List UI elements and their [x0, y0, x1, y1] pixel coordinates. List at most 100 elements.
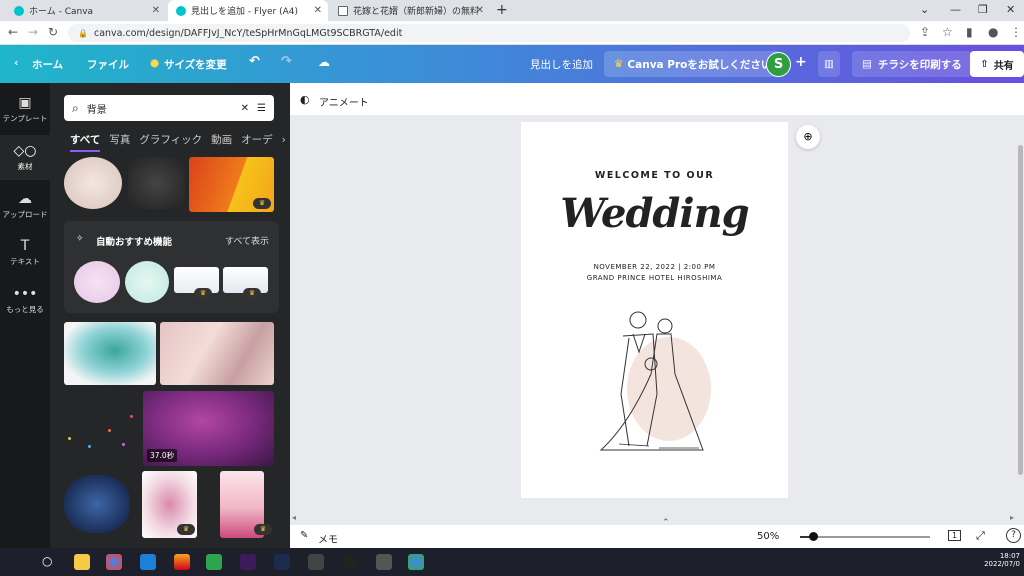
media-icon[interactable]: [376, 554, 392, 570]
browser-tab-editor[interactable]: 見出しを追加 - Flyer (A4) ✕: [168, 0, 328, 21]
browser-tab-home[interactable]: ホーム - Canva ✕: [6, 0, 166, 21]
rail-item-elements[interactable]: ◇○ 素材: [0, 135, 50, 180]
share-button[interactable]: ⇧ 共有: [970, 51, 1024, 77]
flyer-headline[interactable]: Wedding: [521, 190, 788, 237]
menu-icon[interactable]: ⋮: [1010, 25, 1022, 39]
pro-trial-button[interactable]: ♛ Canva Proをお試しください: [604, 51, 782, 77]
print-flyer-button[interactable]: ▤ チラシを印刷する: [852, 51, 972, 77]
new-tab-icon[interactable]: +: [496, 2, 508, 18]
close-tab-icon[interactable]: ✕: [476, 5, 484, 16]
rail-item-text[interactable]: T テキスト: [0, 238, 50, 267]
chrome-icon[interactable]: [106, 554, 122, 570]
photoshop-icon[interactable]: [274, 554, 290, 570]
reload-icon[interactable]: ↻: [48, 25, 58, 39]
search-circle-icon[interactable]: ○: [42, 554, 52, 568]
app-icon[interactable]: [308, 554, 324, 570]
system-clock[interactable]: 18:07 2022/07/0: [980, 552, 1020, 568]
filter-icon[interactable]: ☰: [257, 103, 266, 114]
see-all-link[interactable]: すべて表示: [225, 234, 269, 247]
element-thumbnail[interactable]: ♛: [174, 267, 219, 299]
redo-icon[interactable]: ↷: [281, 54, 292, 69]
scroll-left-icon[interactable]: ◂: [292, 513, 296, 522]
document-title[interactable]: 見出しを追加: [530, 57, 593, 72]
minimize-icon[interactable]: —: [950, 3, 961, 16]
add-collaborator-icon[interactable]: +: [795, 54, 807, 70]
page-count-button[interactable]: 1: [948, 530, 962, 541]
profile-icon[interactable]: ●: [988, 25, 998, 39]
add-comment-button[interactable]: ⊕: [796, 125, 820, 149]
vertical-scrollbar[interactable]: [1018, 145, 1023, 475]
element-thumbnail[interactable]: [64, 405, 139, 460]
animate-button[interactable]: アニメート: [319, 94, 369, 109]
avatar[interactable]: S: [766, 52, 791, 77]
notes-button[interactable]: メモ: [318, 531, 338, 546]
share-page-icon[interactable]: ⇪: [920, 25, 930, 39]
url-field[interactable]: 🔒 canva.com/design/DAFFJvJ_NcY/teSpHrMnG…: [68, 24, 910, 42]
chevron-right-icon[interactable]: ›: [282, 134, 286, 146]
crown-icon: ♛: [177, 524, 195, 535]
clear-icon[interactable]: ✕: [241, 103, 249, 114]
flyer-venue[interactable]: GRAND PRINCE HOTEL HIROSHIMA: [521, 274, 788, 282]
element-thumbnail[interactable]: [64, 157, 122, 209]
after-effects-icon[interactable]: [240, 554, 256, 570]
app-icon[interactable]: [206, 554, 222, 570]
element-thumbnail[interactable]: [74, 261, 120, 303]
bride-groom-illustration[interactable]: [599, 304, 734, 456]
flyer-welcome[interactable]: WELCOME TO OUR: [521, 170, 788, 181]
rail-item-more[interactable]: ••• もっと見る: [0, 286, 50, 315]
tab-photos[interactable]: 写真: [109, 134, 130, 146]
close-window-icon[interactable]: ✕: [1006, 3, 1015, 16]
tab-graphics[interactable]: グラフィック: [139, 134, 202, 146]
tab-audio[interactable]: オーデ: [241, 134, 273, 146]
element-thumbnail[interactable]: [160, 322, 274, 385]
print-icon: ▤: [862, 58, 872, 70]
file-menu-button[interactable]: ファイル: [87, 57, 129, 72]
help-icon[interactable]: ?: [1006, 528, 1021, 543]
chevron-left-icon[interactable]: ‹: [14, 57, 18, 69]
animate-icon[interactable]: ◐: [300, 93, 310, 106]
bookmark-star-icon[interactable]: ☆: [942, 25, 953, 39]
crown-icon: ♛: [194, 288, 212, 299]
scroll-right-icon[interactable]: ▸: [1010, 513, 1014, 522]
close-tab-icon[interactable]: ✕: [152, 5, 160, 16]
notes-icon[interactable]: ✎: [300, 530, 308, 541]
flyer-page[interactable]: WELCOME TO OUR Wedding NOVEMBER 22, 2022…: [521, 122, 788, 498]
search-input[interactable]: ⌕ 背景 ✕ ☰: [64, 95, 274, 121]
edge-icon[interactable]: [140, 554, 156, 570]
undo-icon[interactable]: ↶: [249, 54, 260, 69]
chrome-active-icon[interactable]: [408, 554, 424, 570]
fullscreen-icon[interactable]: ⤢: [976, 529, 985, 543]
chevron-down-icon[interactable]: ⌄: [920, 3, 929, 16]
element-thumbnail[interactable]: ♛: [142, 471, 197, 538]
app-icon[interactable]: [174, 554, 190, 570]
element-thumbnail[interactable]: [125, 261, 169, 303]
zoom-level[interactable]: 50%: [757, 531, 779, 542]
element-thumbnail[interactable]: [64, 475, 130, 533]
video-thumbnail[interactable]: 37.0秒: [143, 391, 274, 466]
file-explorer-icon[interactable]: [74, 554, 90, 570]
sidebar-icon[interactable]: ▮: [966, 25, 973, 39]
resize-button[interactable]: サイズを変更: [164, 57, 227, 72]
zoom-slider[interactable]: [800, 532, 930, 541]
tab-videos[interactable]: 動画: [211, 134, 232, 146]
app-icon[interactable]: [342, 554, 358, 570]
cloud-save-icon[interactable]: ☁: [318, 55, 330, 69]
home-button[interactable]: ホーム: [32, 57, 63, 72]
rail-item-uploads[interactable]: ☁ アップロード: [0, 191, 50, 220]
element-thumbnail[interactable]: [64, 322, 156, 385]
element-thumbnail[interactable]: ♛: [223, 267, 268, 299]
text-icon: T: [20, 238, 30, 254]
element-thumbnail[interactable]: ♛: [189, 157, 274, 212]
element-thumbnail[interactable]: ♛: [220, 471, 272, 538]
browser-tab-illustration[interactable]: 花嫁と花婿（新郎新婦）の無料イ ✕: [330, 0, 490, 21]
back-icon[interactable]: ←: [8, 25, 18, 39]
tab-all[interactable]: すべて: [70, 134, 101, 152]
close-tab-icon[interactable]: ✕: [314, 5, 322, 16]
insights-button[interactable]: ▥: [818, 51, 840, 77]
element-thumbnail[interactable]: [128, 157, 185, 209]
flyer-date[interactable]: NOVEMBER 22, 2022 | 2:00 PM: [521, 263, 788, 271]
forward-icon[interactable]: →: [28, 25, 38, 39]
zoom-slider-handle[interactable]: [809, 532, 818, 541]
rail-item-templates[interactable]: ▣ テンプレート: [0, 95, 50, 124]
restore-icon[interactable]: ❐: [978, 3, 988, 16]
